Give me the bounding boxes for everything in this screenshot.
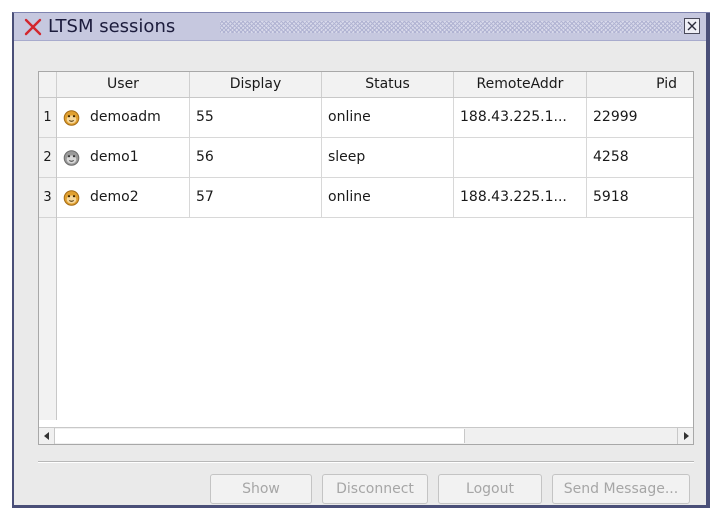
monkey-face-icon bbox=[63, 190, 80, 206]
ltsm-x-icon bbox=[24, 18, 42, 36]
user-name: demo1 bbox=[90, 149, 139, 165]
sessions-table[interactable]: User Display Status RemoteAddr Pid 1 2 3… bbox=[38, 71, 694, 445]
arrow-left-icon bbox=[44, 432, 49, 440]
pid-cell[interactable]: 4258 bbox=[587, 138, 693, 177]
arrow-right-icon bbox=[684, 432, 689, 440]
column-header-pid[interactable]: Pid bbox=[587, 72, 693, 97]
table-corner[interactable] bbox=[39, 72, 57, 97]
close-icon bbox=[687, 21, 697, 31]
status-cell[interactable]: online bbox=[322, 178, 454, 217]
remoteaddr-cell[interactable]: 188.43.225.1... bbox=[454, 98, 587, 137]
display-cell[interactable]: 57 bbox=[190, 178, 322, 217]
row-header: 1 2 3 bbox=[39, 98, 57, 420]
user-cell[interactable]: demoadm bbox=[57, 98, 190, 137]
title-bar[interactable]: LTSM sessions bbox=[14, 13, 708, 41]
monkey-face-icon bbox=[63, 150, 80, 166]
title-bar-hatch bbox=[220, 21, 682, 33]
status-cell[interactable]: sleep bbox=[322, 138, 454, 177]
remoteaddr-cell[interactable] bbox=[454, 138, 587, 177]
pid-cell[interactable]: 22999 bbox=[587, 98, 693, 137]
scroll-right-button[interactable] bbox=[677, 428, 693, 444]
status-cell[interactable]: online bbox=[322, 98, 454, 137]
row-number[interactable]: 1 bbox=[39, 98, 56, 138]
disconnect-button[interactable]: Disconnect bbox=[322, 474, 428, 504]
row-number[interactable]: 2 bbox=[39, 138, 56, 178]
window-title: LTSM sessions bbox=[48, 16, 176, 37]
desktop-background bbox=[0, 0, 12, 508]
horizontal-scrollbar[interactable] bbox=[39, 427, 693, 444]
close-button[interactable] bbox=[684, 18, 700, 34]
column-header-display[interactable]: Display bbox=[190, 72, 322, 97]
table-row[interactable]: demo2 57 online 188.43.225.1... 5918 bbox=[57, 178, 693, 218]
monkey-face-icon bbox=[63, 110, 80, 126]
logout-button[interactable]: Logout bbox=[438, 474, 542, 504]
user-cell[interactable]: demo1 bbox=[57, 138, 190, 177]
scrollbar-thumb[interactable] bbox=[55, 429, 465, 443]
row-number[interactable]: 3 bbox=[39, 178, 56, 218]
display-cell[interactable]: 56 bbox=[190, 138, 322, 177]
table-header: User Display Status RemoteAddr Pid bbox=[39, 72, 693, 98]
display-cell[interactable]: 55 bbox=[190, 98, 322, 137]
column-header-status[interactable]: Status bbox=[322, 72, 454, 97]
show-button[interactable]: Show bbox=[210, 474, 312, 504]
user-cell[interactable]: demo2 bbox=[57, 178, 190, 217]
remoteaddr-cell[interactable]: 188.43.225.1... bbox=[454, 178, 587, 217]
pid-cell[interactable]: 5918 bbox=[587, 178, 693, 217]
window-frame-right[interactable] bbox=[706, 13, 710, 508]
desktop-background-top bbox=[0, 0, 710, 12]
user-name: demo2 bbox=[90, 189, 139, 205]
column-header-user[interactable]: User bbox=[57, 72, 190, 97]
send-message-button[interactable]: Send Message... bbox=[552, 474, 690, 504]
table-row[interactable]: demo1 56 sleep 4258 bbox=[57, 138, 693, 178]
column-header-remoteaddr[interactable]: RemoteAddr bbox=[454, 72, 587, 97]
table-row[interactable]: demoadm 55 online 188.43.225.1... 22999 bbox=[57, 98, 693, 138]
user-name: demoadm bbox=[90, 109, 161, 125]
ltsm-sessions-window: LTSM sessions User Display Status Remote… bbox=[12, 12, 710, 508]
scroll-left-button[interactable] bbox=[39, 428, 55, 444]
separator-line bbox=[38, 461, 694, 463]
